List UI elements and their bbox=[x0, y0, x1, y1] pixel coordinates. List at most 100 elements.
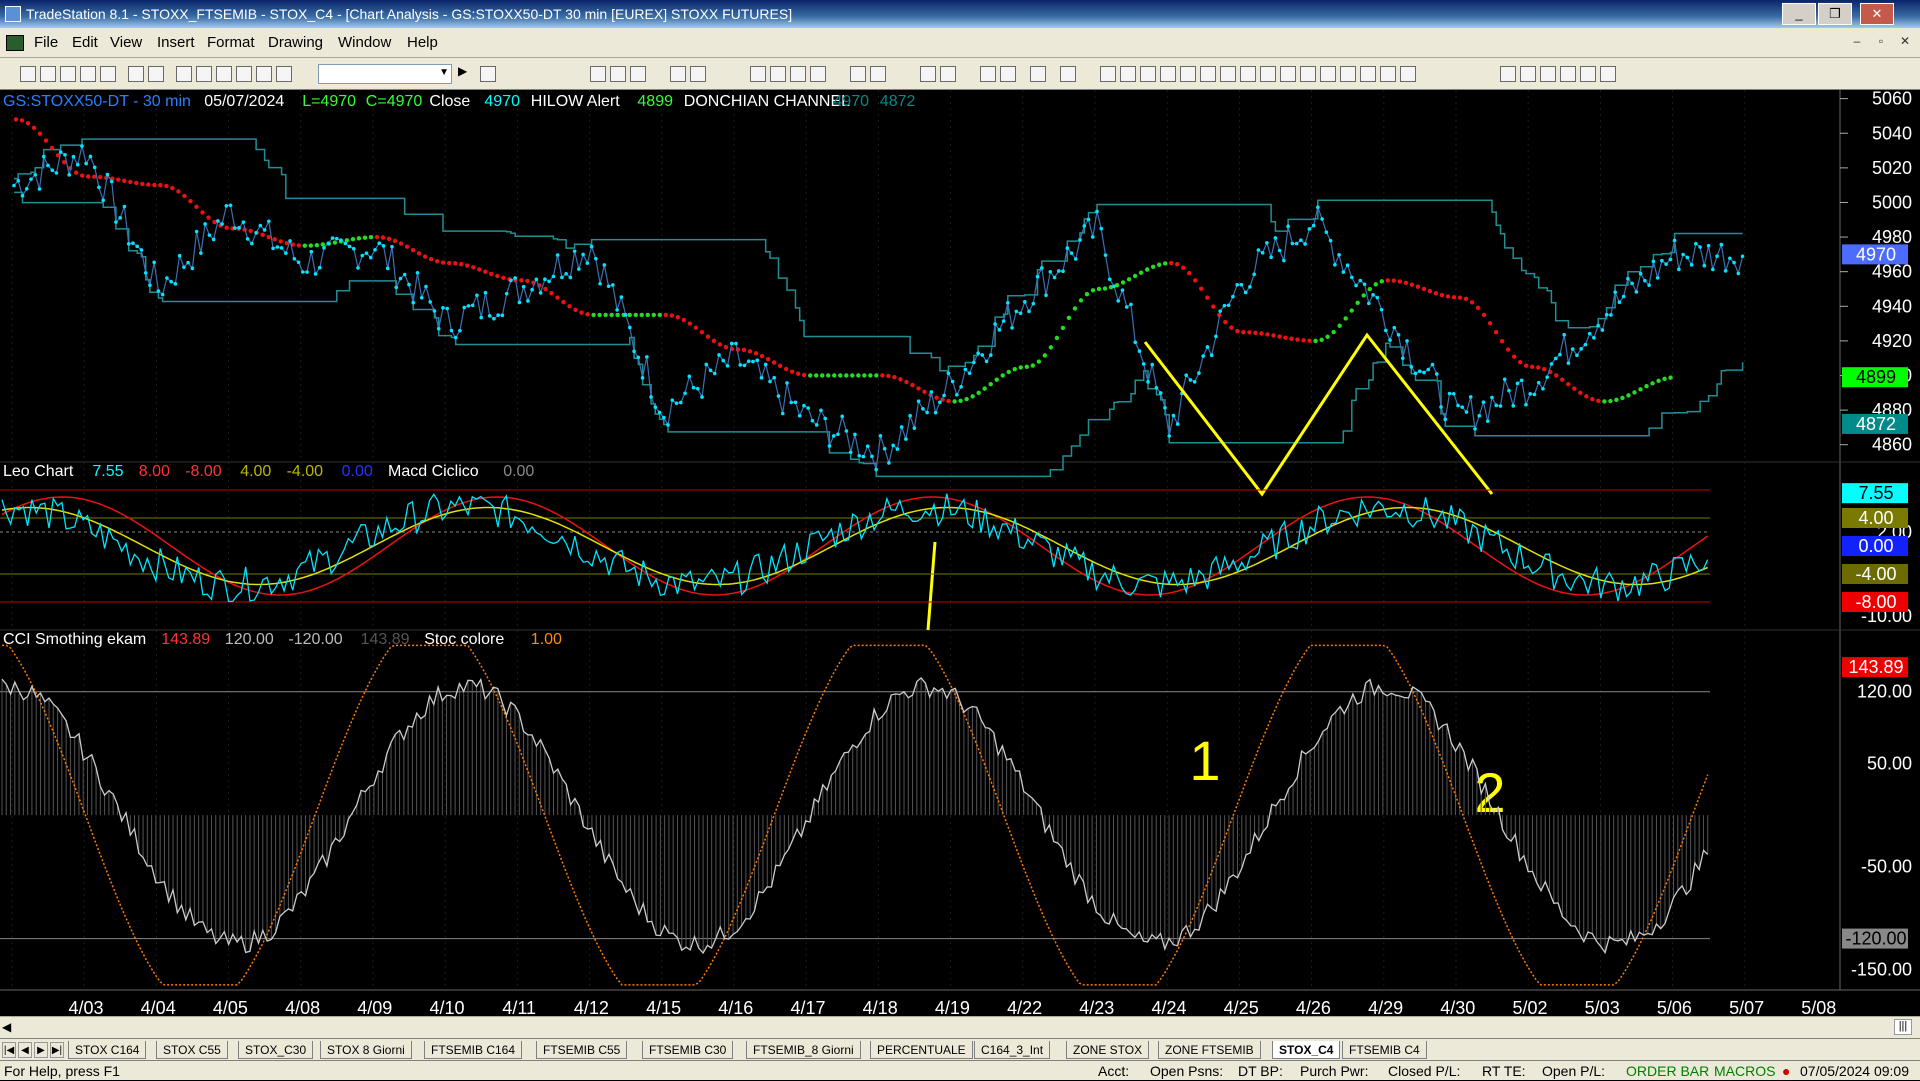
text-icon[interactable] bbox=[1400, 66, 1416, 82]
save-icon[interactable] bbox=[100, 66, 116, 82]
tab-next-icon[interactable]: ▶ bbox=[34, 1042, 48, 1058]
tab-ftsemib-c164[interactable]: FTSEMIB C164 bbox=[424, 1041, 523, 1059]
minimize-button[interactable]: _ bbox=[1782, 3, 1816, 25]
scroll-thumb[interactable]: ||| bbox=[1894, 1019, 1912, 1035]
bar-spacing-icon[interactable] bbox=[790, 66, 806, 82]
tab-ftsemib-c30[interactable]: FTSEMIB C30 bbox=[642, 1041, 734, 1059]
spiral-icon[interactable] bbox=[1280, 66, 1296, 82]
palette-icon[interactable] bbox=[256, 66, 272, 82]
andrews-pitchfork-icon[interactable] bbox=[1320, 66, 1336, 82]
mdi-restore-button[interactable]: ▫ bbox=[1870, 34, 1892, 52]
tab-first-icon[interactable]: |◀ bbox=[2, 1042, 16, 1058]
restore-button[interactable]: ❐ bbox=[1818, 3, 1852, 25]
tab-stox-c55[interactable]: STOX C55 bbox=[156, 1041, 228, 1059]
hilow-dot bbox=[194, 204, 199, 209]
tab-ftsemib-c55[interactable]: FTSEMIB C55 bbox=[536, 1041, 628, 1059]
regression-icon[interactable] bbox=[1220, 66, 1236, 82]
square-icon[interactable] bbox=[1580, 66, 1596, 82]
chart-area[interactable]: 4/03 4/04 4/05 4/08 4/09 4/10 4/11 4/12 4/15 4/16… bbox=[0, 90, 1920, 1022]
print-preview-icon[interactable] bbox=[148, 66, 164, 82]
find-icon[interactable] bbox=[480, 66, 496, 82]
tab-stox-c164[interactable]: STOX C164 bbox=[68, 1041, 147, 1059]
menu-view[interactable]: View bbox=[110, 34, 142, 51]
menu-help[interactable]: Help bbox=[407, 34, 438, 51]
scroll-left-icon[interactable] bbox=[750, 66, 766, 82]
zoom-out-icon[interactable] bbox=[940, 66, 956, 82]
speed-lines-icon[interactable] bbox=[1240, 66, 1256, 82]
tab-prev-icon[interactable]: ◀ bbox=[18, 1042, 32, 1058]
price-point bbox=[1451, 392, 1456, 396]
table-icon[interactable] bbox=[630, 66, 646, 82]
circle-icon[interactable] bbox=[1560, 66, 1576, 82]
arc-icon[interactable] bbox=[1260, 66, 1276, 82]
expand-icon[interactable] bbox=[870, 66, 886, 82]
open-workspace-icon[interactable] bbox=[60, 66, 76, 82]
mdi-minimize-button[interactable]: – bbox=[1846, 34, 1868, 52]
channel-icon[interactable] bbox=[1180, 66, 1196, 82]
indicator-icon[interactable] bbox=[670, 66, 686, 82]
candle-icon[interactable] bbox=[610, 66, 626, 82]
tab-zone-stox[interactable]: ZONE STOX bbox=[1066, 1041, 1150, 1059]
abc-text-icon[interactable] bbox=[1600, 66, 1616, 82]
radar-icon[interactable] bbox=[196, 66, 212, 82]
menu-format[interactable]: Format bbox=[207, 34, 255, 51]
data-window-icon[interactable] bbox=[810, 66, 826, 82]
bar-type-icon[interactable] bbox=[590, 66, 606, 82]
scroll-right-icon[interactable] bbox=[770, 66, 786, 82]
print-icon[interactable] bbox=[128, 66, 144, 82]
tab-last-icon[interactable]: ▶| bbox=[50, 1042, 64, 1058]
menu-file[interactable]: File bbox=[34, 34, 58, 51]
lock-icon[interactable] bbox=[216, 66, 232, 82]
ellipse-icon[interactable] bbox=[1360, 66, 1376, 82]
crosshair-icon[interactable] bbox=[1000, 66, 1016, 82]
arrow-icon[interactable] bbox=[1340, 66, 1356, 82]
rectangle-icon[interactable] bbox=[1380, 66, 1396, 82]
tab-c164-3-int[interactable]: C164_3_Int bbox=[974, 1041, 1051, 1059]
symbol-input[interactable]: ▼ bbox=[318, 64, 452, 84]
tab-stox-c30[interactable]: STOX_C30 bbox=[238, 1041, 314, 1059]
strategy-icon[interactable] bbox=[276, 66, 292, 82]
study-icon[interactable] bbox=[690, 66, 706, 82]
open-icon[interactable] bbox=[40, 66, 56, 82]
new-workspace-icon[interactable] bbox=[80, 66, 96, 82]
tab-stox-8-giorni[interactable]: STOX 8 Giorni bbox=[320, 1041, 412, 1059]
fibonacci-icon[interactable] bbox=[1120, 66, 1136, 82]
tab-ftsemib-8-giorni[interactable]: FTSEMIB_8 Giorni bbox=[746, 1041, 861, 1059]
object-list-icon[interactable] bbox=[1060, 66, 1076, 82]
up-arrow-marker-icon[interactable] bbox=[1540, 66, 1556, 82]
zoom-in-icon[interactable] bbox=[920, 66, 936, 82]
mdi-close-button[interactable]: ✕ bbox=[1894, 34, 1916, 52]
menu-insert[interactable]: Insert bbox=[157, 34, 195, 51]
cci-legend-item: 1.00 bbox=[531, 631, 562, 648]
close-button[interactable]: ✕ bbox=[1860, 3, 1894, 25]
freehand-icon[interactable] bbox=[1500, 66, 1516, 82]
play-arrow-icon[interactable]: ▶ bbox=[458, 64, 467, 78]
menu-drawing[interactable]: Drawing bbox=[268, 34, 323, 51]
chart-canvas[interactable]: 4/03 4/04 4/05 4/08 4/09 4/10 4/11 4/12 4/15 4/16… bbox=[0, 90, 1920, 1016]
chart-icon[interactable] bbox=[176, 66, 192, 82]
osc-tag: 7.55 bbox=[1858, 483, 1893, 503]
new-icon[interactable] bbox=[20, 66, 36, 82]
gann-fan-icon[interactable] bbox=[1200, 66, 1216, 82]
trendline-icon[interactable] bbox=[1100, 66, 1116, 82]
price-point bbox=[1116, 299, 1121, 303]
horizontal-scrollbar[interactable]: ◀ ||| bbox=[0, 1016, 1920, 1038]
tab-zone-ftsemib[interactable]: ZONE FTSEMIB bbox=[1158, 1041, 1261, 1059]
dropdown-arrow-icon[interactable]: ▼ bbox=[439, 67, 449, 78]
tab-percentuale[interactable]: PERCENTUALE bbox=[870, 1041, 973, 1059]
tools-icon[interactable] bbox=[1030, 66, 1046, 82]
vertical-line-icon[interactable] bbox=[1160, 66, 1176, 82]
tab-stox-c4[interactable]: STOX_C4 bbox=[1272, 1041, 1341, 1059]
horizontal-line-icon[interactable] bbox=[1140, 66, 1156, 82]
order-bar-button[interactable]: ORDER BAR bbox=[1626, 1061, 1709, 1081]
compress-icon[interactable] bbox=[850, 66, 866, 82]
pointer-icon[interactable] bbox=[980, 66, 996, 82]
menu-window[interactable]: Window bbox=[338, 34, 391, 51]
tab-ftsemib-c4[interactable]: FTSEMIB C4 bbox=[1342, 1041, 1427, 1059]
scroll-left-arrow-icon[interactable]: ◀ bbox=[2, 1020, 11, 1034]
down-arrow-marker-icon[interactable] bbox=[1520, 66, 1536, 82]
menu-edit[interactable]: Edit bbox=[72, 34, 98, 51]
color-icon[interactable] bbox=[236, 66, 252, 82]
macros-button[interactable]: MACROS bbox=[1714, 1061, 1775, 1081]
pencil-icon[interactable] bbox=[1300, 66, 1316, 82]
